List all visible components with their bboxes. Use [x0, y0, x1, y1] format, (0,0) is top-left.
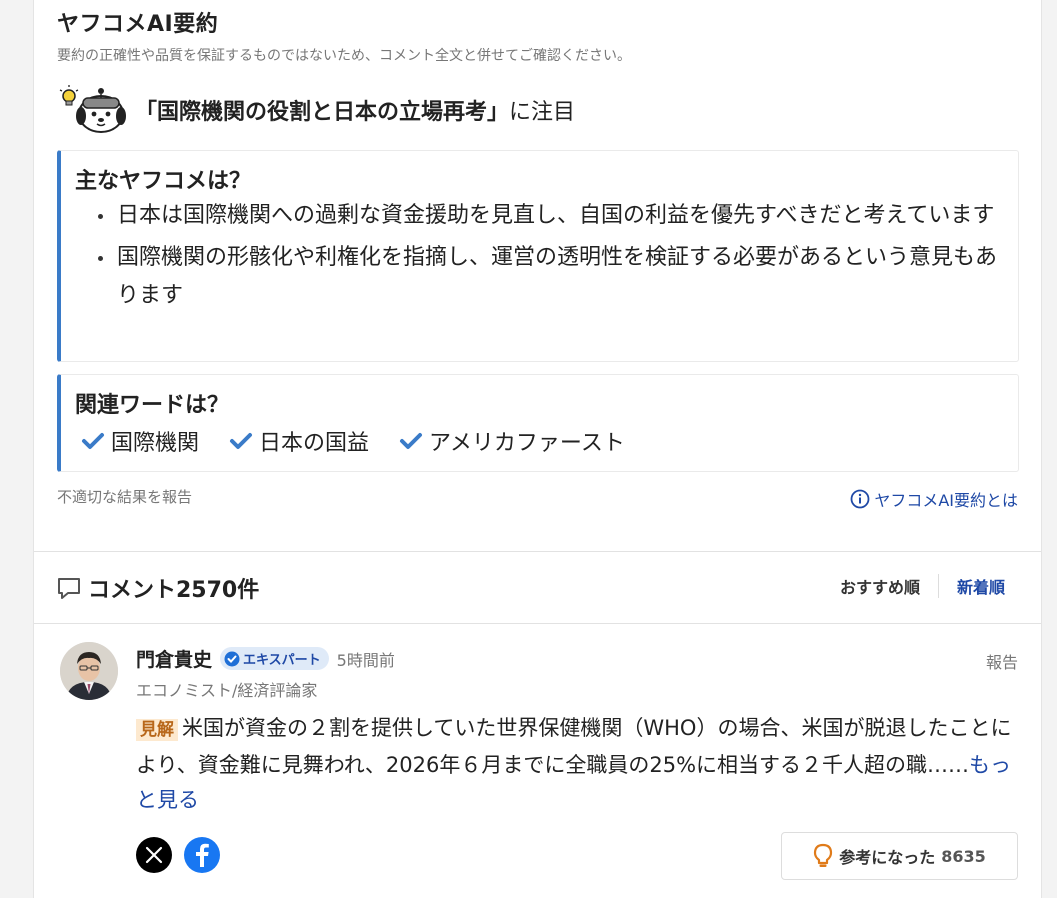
main-comments-list: 日本は国際機関への過剰な資金援助を見直し、自国の利益を優先すべきだと考えています…	[91, 197, 1011, 319]
comment-time: 5時間前	[336, 650, 395, 670]
article-comments-card: ヤフコメAI要約 要約の正確性や品質を保証するものではないため、コメント全文と併…	[33, 0, 1042, 898]
opinion-tag: 見解	[136, 719, 178, 741]
check-icon	[400, 433, 423, 449]
facebook-share-icon[interactable]	[184, 837, 220, 873]
related-words-box: 関連ワードは？ 国際機関 日本の国益 アメリカファースト	[57, 374, 1019, 472]
share-buttons	[136, 837, 220, 873]
info-icon	[850, 489, 870, 509]
comment-author-row: 門倉貴史 エキスパート 5時間前	[136, 645, 395, 672]
ai-summary-title: ヤフコメAI要約	[57, 12, 219, 37]
related-word[interactable]: 国際機関	[81, 425, 199, 457]
comment-body: 見解 米国が資金の２割を提供していた世界保健機関（WHO）の場合、米国が脱退したこ…	[136, 711, 1026, 818]
main-comments-box: 主なヤフコメは？ 日本は国際機関への過剰な資金援助を見直し、自国の利益を優先すべ…	[57, 150, 1019, 362]
check-icon	[82, 433, 104, 449]
sort-newest-tab[interactable]: 新着順	[939, 574, 1005, 598]
related-word-label: アメリカファースト	[429, 431, 625, 456]
comment-author-name[interactable]: 門倉貴史	[136, 645, 212, 672]
report-result-link[interactable]: 不適切な結果を報告	[57, 486, 192, 507]
helpful-label: 参考になった	[839, 848, 936, 867]
related-words-title: 関連ワードは？	[75, 393, 230, 418]
about-ai-summary-label: ヤフコメAI要約とは	[874, 491, 1018, 510]
mascot-robot-icon	[57, 84, 131, 136]
ai-summary-section: ヤフコメAI要約 要約の正確性や品質を保証するものではないため、コメント全文と併…	[34, 0, 1041, 552]
focus-topic-row: 「国際機関の役割と日本の立場再考」に注目	[57, 84, 575, 136]
comment-author-role: エコノミスト/経済評論家	[136, 681, 318, 700]
focus-topic-text: 「国際機関の役割と日本の立場再考」に注目	[135, 94, 575, 126]
sort-tabs: おすすめ順 新着順	[840, 574, 1005, 598]
ai-summary-disclaimer: 要約の正確性や品質を保証するものではないため、コメント全文と併せてご確認ください…	[57, 48, 631, 64]
comments-title: コメント2570件	[56, 572, 259, 604]
about-ai-summary-link[interactable]: ヤフコメAI要約とは	[850, 487, 1018, 511]
related-word-label: 国際機関	[111, 431, 200, 456]
avatar[interactable]	[60, 642, 118, 700]
helpful-count: 8635	[941, 846, 986, 866]
comment-item: 門倉貴史 エキスパート 5時間前 報告 エコノミスト/経済評論家 見解 米国が資金…	[34, 625, 1041, 898]
comments-count: コメント2570件	[88, 578, 260, 603]
focus-suffix: に注目	[509, 100, 576, 125]
helpful-button[interactable]: 参考になった 8635	[781, 832, 1018, 880]
expert-badge: エキスパート	[220, 647, 329, 670]
comment-text: 米国が資金の２割を提供していた世界保健機関（WHO）の場合、米国が脱退したことに…	[136, 716, 1012, 777]
sort-recommended-tab[interactable]: おすすめ順	[840, 574, 939, 598]
comments-header: コメント2570件 おすすめ順 新着順	[34, 552, 1041, 624]
related-word[interactable]: 日本の国益	[229, 425, 369, 457]
related-word-label: 日本の国益	[259, 431, 370, 456]
related-word[interactable]: アメリカファースト	[399, 425, 625, 457]
check-icon	[230, 433, 253, 449]
expert-badge-label: エキスパート	[243, 653, 321, 668]
x-share-icon[interactable]	[136, 837, 172, 873]
related-words-list: 国際機関 日本の国益 アメリカファースト	[81, 425, 625, 457]
comment-bubble-icon	[58, 578, 80, 599]
main-comment-point: 日本は国際機関への過剰な資金援助を見直し、自国の利益を優先すべきだと考えています	[91, 197, 1011, 235]
lightbulb-icon	[814, 843, 833, 867]
comment-report-link[interactable]: 報告	[986, 649, 1018, 673]
verified-check-icon	[224, 651, 240, 666]
main-comment-point: 国際機関の形骸化や利権化を指摘し、運営の透明性を検証する必要があるという意見もあ…	[91, 239, 1011, 315]
main-comments-title: 主なヤフコメは？	[75, 169, 252, 194]
focus-topic: 「国際機関の役割と日本の立場再考」	[135, 100, 510, 125]
